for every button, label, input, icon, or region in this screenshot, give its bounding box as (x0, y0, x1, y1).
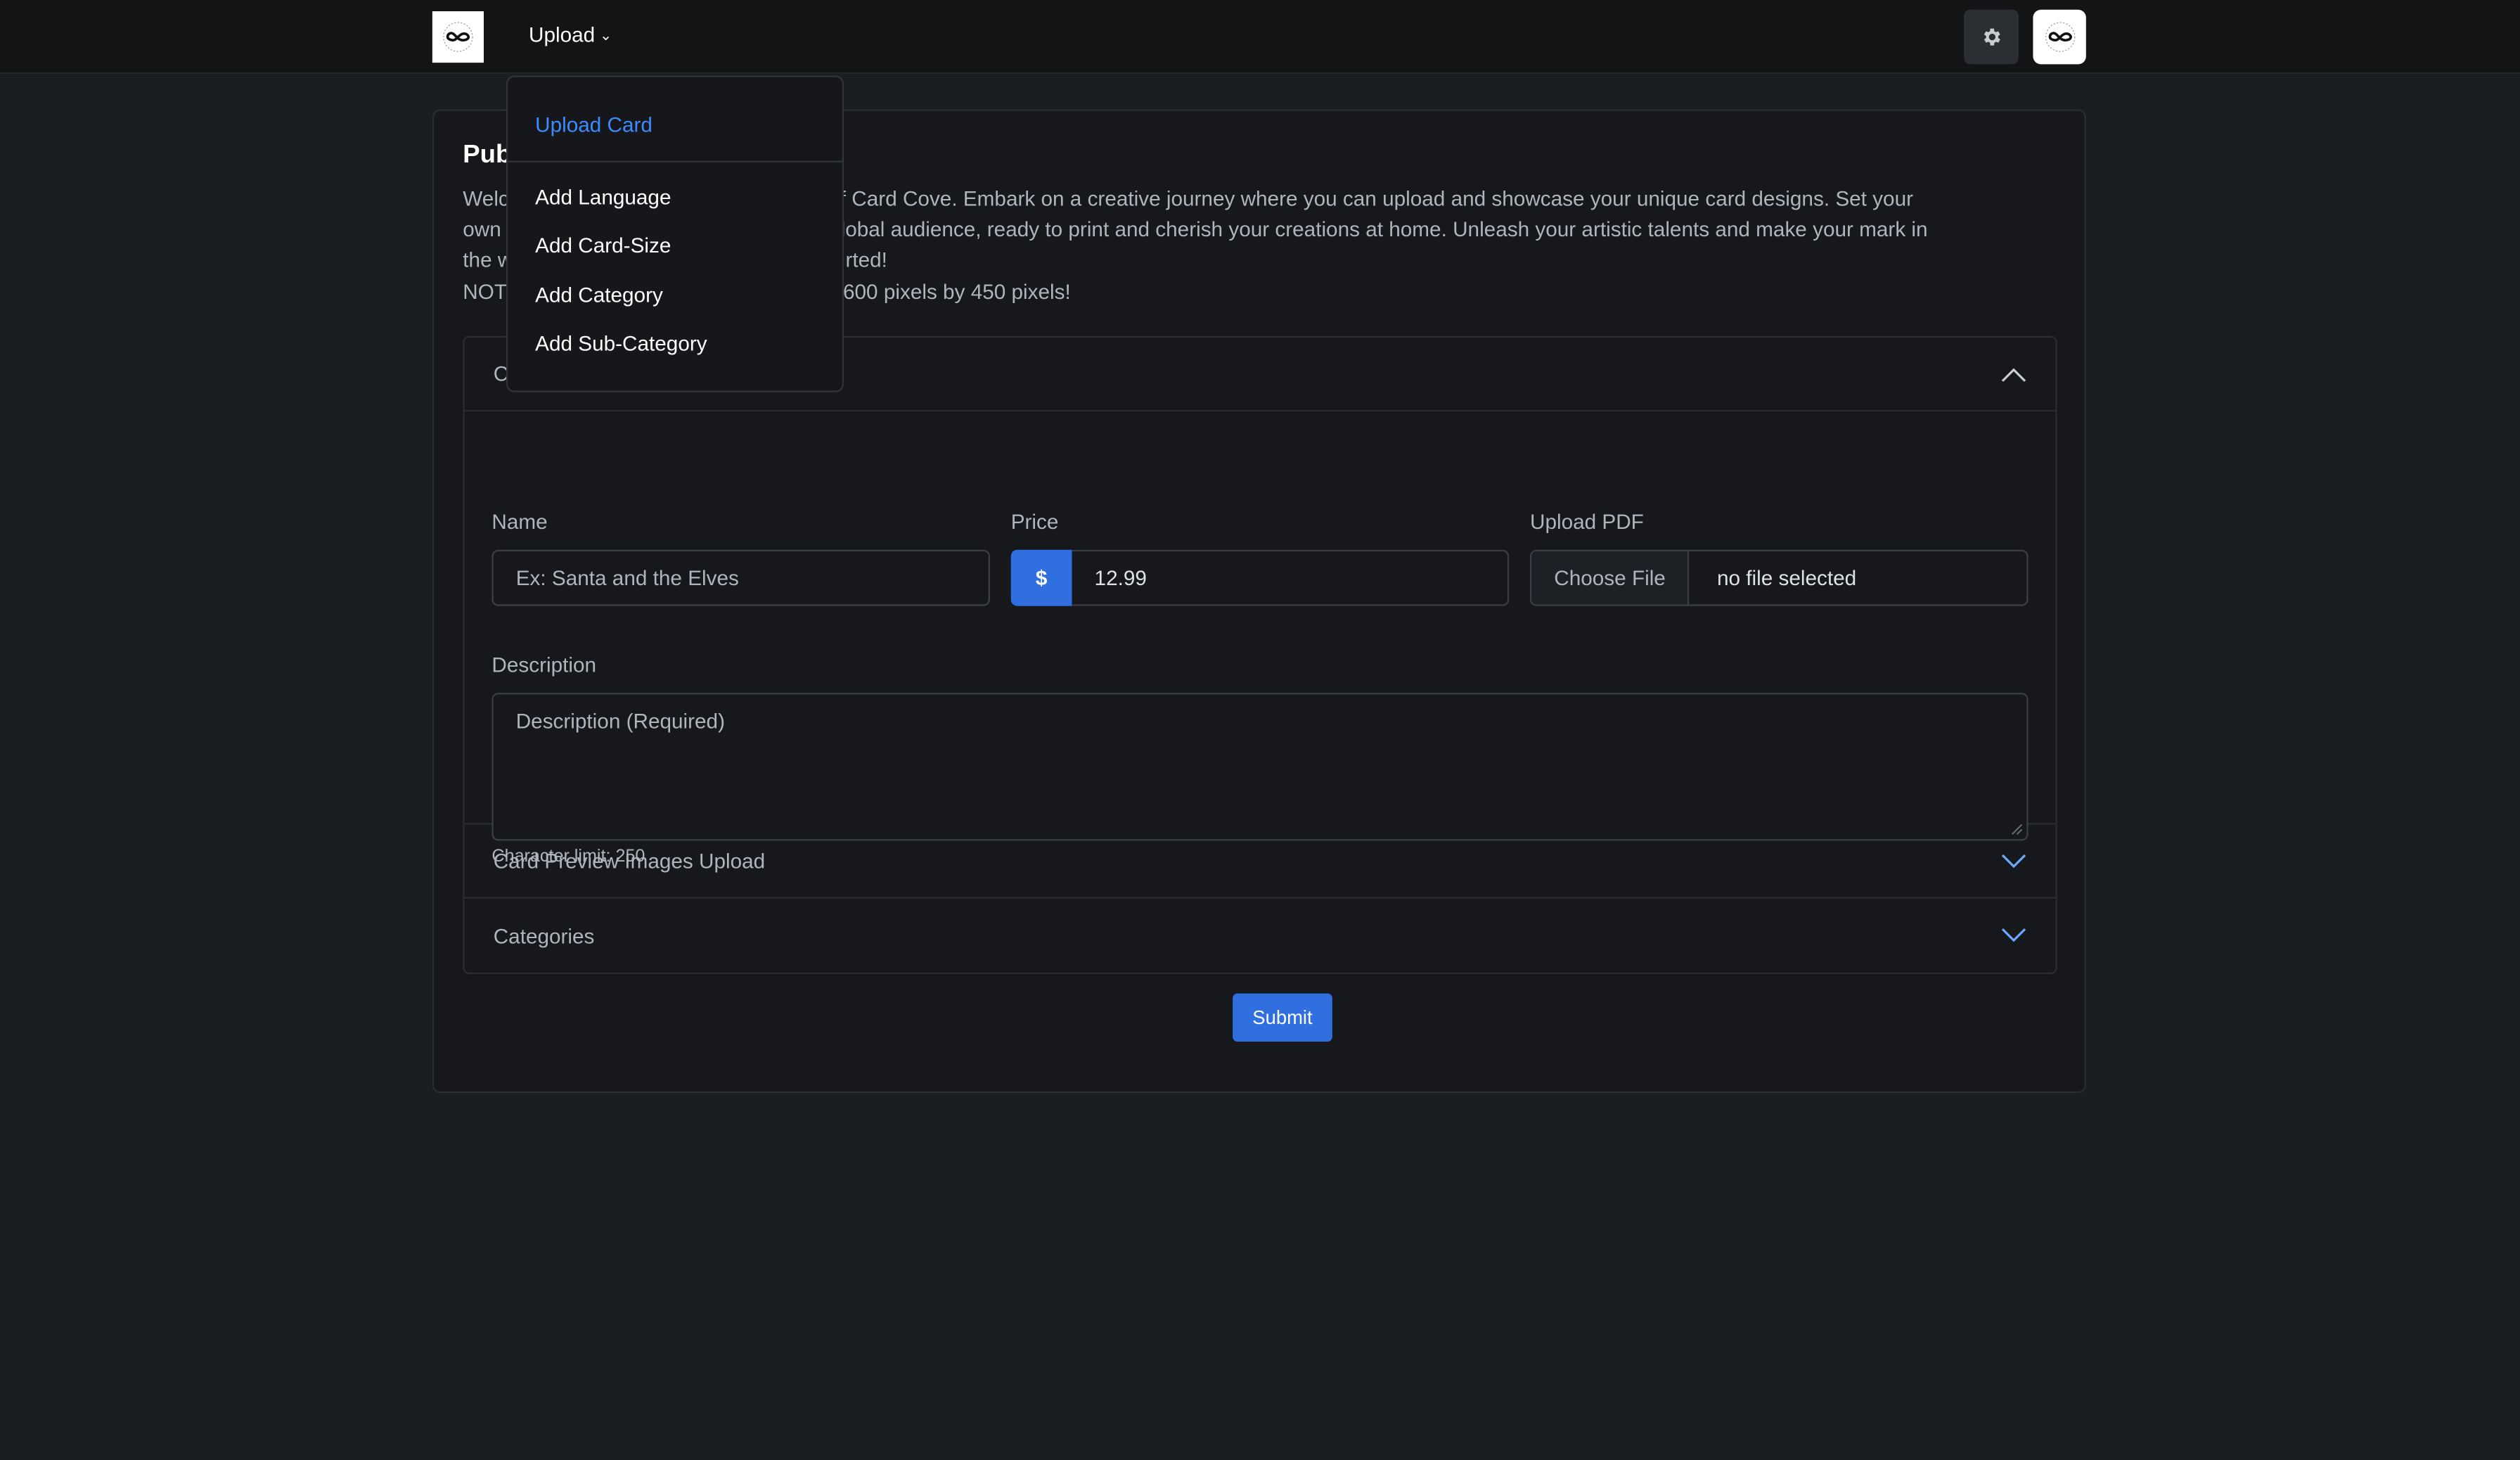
upload-pdf-label: Upload PDF (1529, 509, 1644, 534)
intro-line-4-start: NOT (463, 278, 508, 304)
intro-line-4-end: y 600 pixels by 450 pixels! (826, 278, 1071, 304)
chevron-down-icon: ⌄ (600, 27, 612, 44)
chevron-down-icon (2001, 853, 2026, 868)
description-label: Description (491, 652, 597, 677)
name-label: Name (491, 509, 548, 534)
description-placeholder: Description (Required) (515, 708, 725, 734)
upload-dropdown-menu: Upload Card Add Language Add Card-Size A… (506, 75, 844, 392)
upload-menu-toggle[interactable]: Upload ⌄ (529, 23, 612, 46)
intro-line-2-end: global audience, ready to print and cher… (829, 217, 1928, 242)
page-title: Pub (463, 141, 512, 169)
top-navbar: Upload ⌄ (0, 0, 2520, 75)
name-input[interactable] (491, 549, 990, 606)
upload-accordion: C Name Price $ 12.99 Upload PDF Choose F… (463, 335, 2057, 975)
price-input[interactable]: 12.99 (1072, 549, 1510, 606)
resize-handle-icon[interactable] (2010, 823, 2023, 835)
card-details-form: Name Price $ 12.99 Upload PDF Choose Fil… (464, 411, 2056, 866)
character-limit-hint: Character limit: 250 (491, 847, 645, 866)
submit-button[interactable]: Submit (1233, 993, 1332, 1042)
gear-icon (1984, 28, 2000, 46)
upload-menu-label: Upload (528, 22, 596, 47)
intro-line-1-start: Welc (463, 186, 509, 211)
menu-item-add-language[interactable]: Add Language (535, 185, 671, 209)
categories-section-header[interactable]: Categories (465, 899, 2056, 973)
dollar-addon: $ (1010, 549, 1072, 606)
menu-item-add-card-size[interactable]: Add Card-Size (535, 233, 671, 257)
menu-item-add-category[interactable]: Add Category (535, 283, 663, 307)
chevron-up-icon (2001, 367, 2026, 381)
intro-line-1-end: d of Card Cove. Embark on a creative jou… (811, 186, 1914, 211)
price-input-group: $ 12.99 (1010, 549, 1510, 606)
price-label: Price (1010, 509, 1059, 534)
menu-divider (508, 160, 842, 162)
intro-line-3-end: rted! (845, 248, 887, 273)
menu-item-add-sub-category[interactable]: Add Sub-Category (535, 331, 707, 355)
infinity-avatar-icon (2044, 22, 2075, 52)
user-avatar[interactable] (2033, 9, 2086, 65)
categories-section-label: Categories (493, 923, 595, 948)
chevron-down-icon (2001, 928, 2026, 942)
menu-item-upload-card[interactable]: Upload Card (535, 113, 652, 136)
brand-logo[interactable] (432, 11, 484, 63)
file-status: no file selected (1716, 565, 1857, 590)
intro-line-2-start: own (463, 217, 501, 242)
infinity-logo-icon (443, 22, 473, 52)
settings-button[interactable] (1964, 9, 2019, 65)
pdf-file-input[interactable]: Choose File no file selected (1529, 549, 2029, 606)
description-textarea[interactable]: Description (Required) (491, 693, 2029, 841)
choose-file-button[interactable]: Choose File (1531, 551, 1690, 605)
intro-line-3-start: the w (463, 248, 513, 273)
